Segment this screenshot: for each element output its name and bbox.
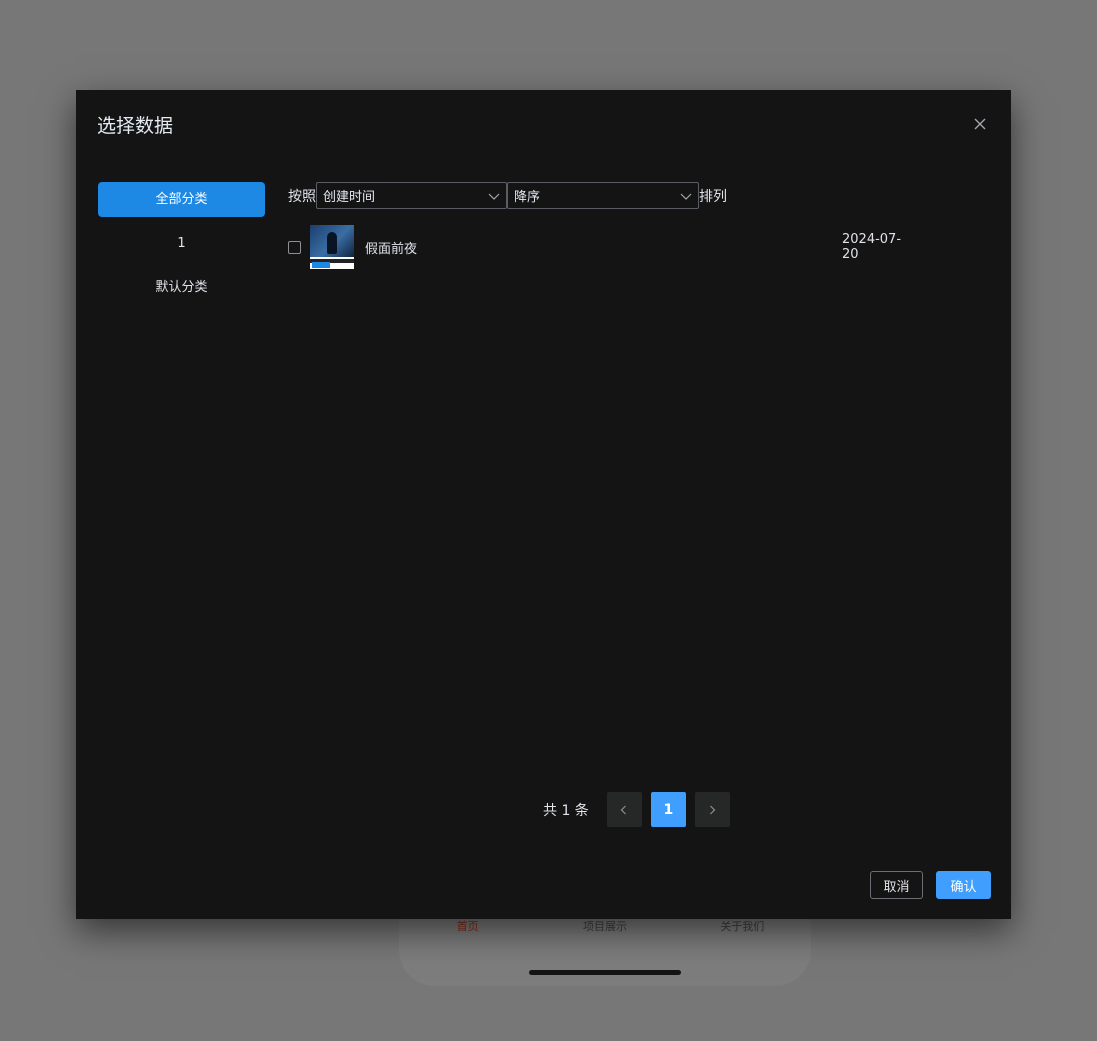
pagination: 共 1 条 1 bbox=[543, 792, 739, 827]
cancel-button[interactable]: 取消 bbox=[870, 871, 923, 899]
prev-page-button[interactable] bbox=[606, 792, 642, 827]
background-tab-label: 项目展示 bbox=[582, 920, 627, 933]
confirm-button[interactable]: 确认 bbox=[936, 871, 991, 899]
close-icon bbox=[974, 118, 986, 130]
pagination-total: 共 1 条 bbox=[543, 802, 589, 819]
sort-field-select[interactable]: 创建时间 bbox=[316, 182, 507, 209]
sort-order-select[interactable]: 降序 bbox=[507, 182, 699, 209]
category-item-1[interactable]: 1 bbox=[98, 226, 265, 261]
category-list: 全部分类 1 默认分类 bbox=[98, 182, 265, 314]
dialog-title: 选择数据 bbox=[97, 115, 174, 137]
home-indicator bbox=[529, 970, 681, 975]
background-tab-label: 关于我们 bbox=[720, 920, 765, 933]
page-button-current[interactable]: 1 bbox=[650, 792, 686, 827]
sort-field-value: 创建时间 bbox=[323, 190, 376, 205]
category-item-default[interactable]: 默认分类 bbox=[98, 270, 265, 305]
chevron-right-icon bbox=[710, 805, 716, 814]
chevron-down-icon bbox=[680, 190, 692, 202]
item-thumbnail bbox=[310, 225, 354, 269]
close-button[interactable] bbox=[972, 116, 988, 132]
chevron-left-icon bbox=[620, 805, 627, 814]
chevron-down-icon bbox=[488, 190, 500, 202]
item-checkbox[interactable] bbox=[288, 240, 301, 254]
next-page-button[interactable] bbox=[694, 792, 730, 827]
sort-row: 按照 创建时间 降序 排列 bbox=[288, 182, 727, 209]
background-tab-label: 首页 bbox=[456, 920, 479, 933]
sort-order-value: 降序 bbox=[514, 190, 541, 205]
list-item[interactable]: 假面前夜 2024-07-20 bbox=[288, 225, 916, 269]
category-item-all[interactable]: 全部分类 bbox=[98, 182, 265, 217]
item-date: 2024-07-20 bbox=[842, 232, 902, 262]
item-name: 假面前夜 bbox=[365, 241, 418, 257]
select-data-dialog: 选择数据 全部分类 1 默认分类 按照 创建时间 降序 排列 假面前夜 2024… bbox=[76, 90, 1011, 919]
sort-prefix-label: 按照 bbox=[288, 188, 316, 205]
sort-suffix-label: 排列 bbox=[699, 188, 727, 205]
